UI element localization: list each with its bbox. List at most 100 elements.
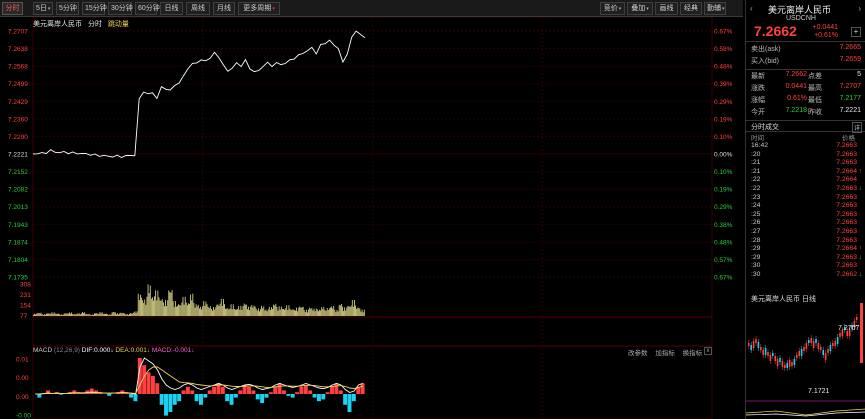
- tick-time: :25: [751, 210, 761, 218]
- period-button-2[interactable]: 5分钟: [56, 2, 79, 15]
- volume-bar: [200, 306, 201, 316]
- tool-button-3[interactable]: 经典: [680, 2, 702, 15]
- chart-area[interactable]: 7.2707 0.67% 7.2638 0.58% 7.2568 0.48% 7.2499 0…: [0, 17, 745, 419]
- daily-candle: [824, 353, 827, 360]
- volume-bar: [342, 306, 343, 316]
- macd-histogram-bar: [290, 394, 295, 398]
- period-button-4[interactable]: 30分钟: [108, 2, 133, 15]
- mini-daily-chart[interactable]: 7.27077.1721: [746, 303, 865, 419]
- period-button-0[interactable]: 分时: [2, 2, 23, 15]
- volume-bar: [141, 297, 142, 316]
- tool-button-0[interactable]: 竞价▾: [600, 2, 625, 15]
- period-button-label: 月线: [217, 5, 231, 12]
- period-button-label: 分时: [5, 5, 20, 12]
- macd-close-icon[interactable]: x: [704, 347, 712, 355]
- volume-bar: [155, 290, 157, 316]
- daily-candle: [832, 343, 834, 346]
- stat-value: 7.2218: [785, 107, 807, 114]
- change-params-button[interactable]: 改参数: [628, 350, 648, 357]
- volume-bar: [197, 304, 199, 316]
- next-icon[interactable]: ›: [858, 4, 861, 13]
- tick-time: :24: [751, 202, 761, 210]
- volume-bar: [223, 299, 224, 316]
- period-button-6[interactable]: 日线: [160, 2, 183, 15]
- volume-bar: [207, 306, 209, 316]
- volume-bar: [311, 308, 313, 316]
- volume-bar: [128, 314, 129, 316]
- ticks-list[interactable]: 16:42 7.2663:20 7.2663:21 7.2663:21 7.2664 ↑:…: [746, 142, 865, 280]
- tick-row: :24 7.2663: [746, 202, 865, 211]
- volume-bar: [199, 308, 200, 316]
- daily-candle: [752, 341, 755, 348]
- add-icon[interactable]: +: [851, 27, 861, 37]
- volume-bar: [34, 313, 35, 316]
- volume-bar: [284, 309, 285, 316]
- dropdown-arrow-icon: ▾: [618, 6, 622, 12]
- volume-bar: [60, 314, 62, 316]
- price-tick-label: 7.2638: [8, 46, 28, 53]
- volume-bar: [94, 313, 95, 316]
- tool-button-1[interactable]: 叠加▾: [627, 2, 653, 15]
- tick-time: :29: [751, 253, 761, 261]
- period-button-3[interactable]: 15分钟: [82, 2, 107, 15]
- period-button-label: 15分钟: [85, 5, 107, 12]
- tick-price: 7.2663: [836, 262, 857, 270]
- tick-price: 7.2663: [836, 142, 857, 149]
- volume-bar: [295, 310, 296, 316]
- volume-bar: [315, 308, 317, 316]
- period-button-9[interactable]: 更多周期▾: [238, 2, 280, 15]
- volume-bar: [310, 308, 312, 316]
- period-button-8[interactable]: 月线: [213, 2, 235, 15]
- stat-row: 最新 7.2662 点差 5: [746, 71, 865, 83]
- quote-stats: 最新 7.2662 点差 5 涨跌 0.0441 最高 7.2707 涨幅 0.61% 最低 7.21…: [746, 70, 865, 121]
- macd-histogram-bar: [190, 390, 195, 394]
- period-button-label: 30分钟: [111, 5, 133, 12]
- chart-toolbar: 分时 5日▾ 5分钟 15分钟 30分钟 60分钟 日线 周线 月线 更多周期▾ 竞价▾ 叠加▾ 画线经…: [0, 0, 743, 17]
- daily-candle: [757, 342, 760, 348]
- volume-bar: [144, 299, 146, 316]
- volume-bar: [138, 300, 140, 316]
- pct-tick-label: 0.29%: [714, 99, 733, 106]
- volume-bar: [194, 307, 196, 316]
- macd-dif: DIF:0.000↓: [81, 347, 114, 354]
- period-button-5[interactable]: 60分钟: [135, 2, 160, 15]
- price-tick-label: 7.2429: [8, 99, 28, 106]
- volume-bar: [38, 313, 40, 316]
- volume-bar: [268, 306, 270, 316]
- macd-histogram-bar: [107, 394, 112, 396]
- volume-bar: [296, 307, 297, 316]
- volume-bar: [276, 307, 278, 316]
- macd-actions: 改参数 加指标 换指标: [628, 347, 708, 357]
- volume-bar: [333, 306, 335, 316]
- volume-bar: [143, 302, 145, 316]
- pct-tick-label: 0.10%: [714, 134, 733, 141]
- macd-params: (12,26,9): [53, 347, 80, 354]
- volume-bar: [123, 313, 125, 316]
- volume-bar: [350, 305, 352, 316]
- volume-bar: [298, 307, 300, 316]
- tool-button-4[interactable]: 勤辅▾: [704, 2, 726, 15]
- macd-histogram-bar: [155, 383, 160, 394]
- volume-bar: [216, 304, 218, 316]
- tool-button-2[interactable]: 画线: [655, 2, 678, 15]
- volume-bar: [208, 308, 210, 316]
- switch-indicator-button[interactable]: 换指标: [683, 350, 703, 357]
- macd-histogram-bar: [260, 394, 265, 403]
- legend-extra: 跳动量: [107, 21, 129, 28]
- volume-bar: [302, 306, 304, 316]
- macd-histogram-bar: [264, 394, 269, 398]
- add-indicator-button[interactable]: 加指标: [655, 350, 675, 357]
- macd-title: MACD: [33, 347, 53, 354]
- volume-bar: [54, 313, 56, 316]
- tick-row: :25 7.2663: [746, 211, 865, 220]
- macd-dea: DEA:0.001↓: [115, 347, 151, 354]
- volume-bar: [91, 314, 93, 316]
- period-button-1[interactable]: 5日▾: [33, 2, 53, 15]
- change-percent: +0.61%: [814, 32, 838, 39]
- period-button-7[interactable]: 周线: [186, 2, 210, 15]
- prev-icon[interactable]: ‹: [750, 4, 753, 13]
- volume-bar: [162, 302, 164, 316]
- tick-price: 7.2663: [836, 193, 857, 201]
- macd-histogram-bar: [273, 386, 278, 394]
- volume-bar: [47, 313, 48, 316]
